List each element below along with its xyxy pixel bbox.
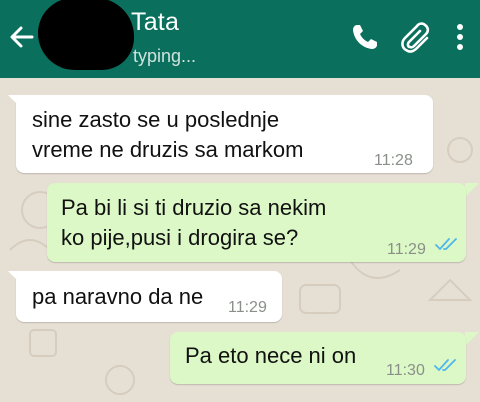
message-bubble-outgoing[interactable]: Pa eto nece ni on 11:30 — [170, 332, 466, 384]
message-time: 11:28 — [374, 152, 413, 169]
more-vert-icon[interactable] — [452, 22, 468, 52]
message-text: Pa bi li si ti druzio sa nekim — [61, 195, 327, 220]
double-check-read-icon — [435, 238, 457, 251]
message-text: sine zasto se u poslednje — [32, 107, 280, 132]
message-text: pa naravno da ne — [32, 284, 204, 309]
message-text: vreme ne druzis sa markom — [32, 137, 304, 162]
bubble-tail — [465, 183, 479, 197]
message-text: ko pije,pusi i drogira se? — [61, 225, 299, 250]
chat-header: Tata typing... — [0, 0, 480, 78]
contact-status: typing... — [133, 46, 197, 66]
message-bubble-incoming[interactable]: sine zasto se u poslednje vreme ne druzi… — [16, 95, 433, 173]
paperclip-icon[interactable] — [398, 22, 432, 54]
avatar[interactable] — [38, 0, 134, 70]
double-check-read-icon — [434, 359, 456, 372]
message-text: Pa eto nece ni on — [185, 343, 357, 368]
message-time: 11:30 — [386, 362, 425, 379]
back-arrow-icon[interactable] — [6, 22, 36, 52]
message-time: 11:29 — [387, 241, 426, 258]
message-bubble-incoming[interactable]: pa naravno da ne 11:29 — [16, 271, 282, 322]
message-time: 11:29 — [228, 299, 267, 316]
phone-icon[interactable] — [350, 22, 380, 52]
message-bubble-outgoing[interactable]: Pa bi li si ti druzio sa nekim ko pije,p… — [47, 183, 466, 262]
bubble-tail — [465, 332, 479, 346]
contact-name[interactable]: Tata — [131, 8, 179, 37]
